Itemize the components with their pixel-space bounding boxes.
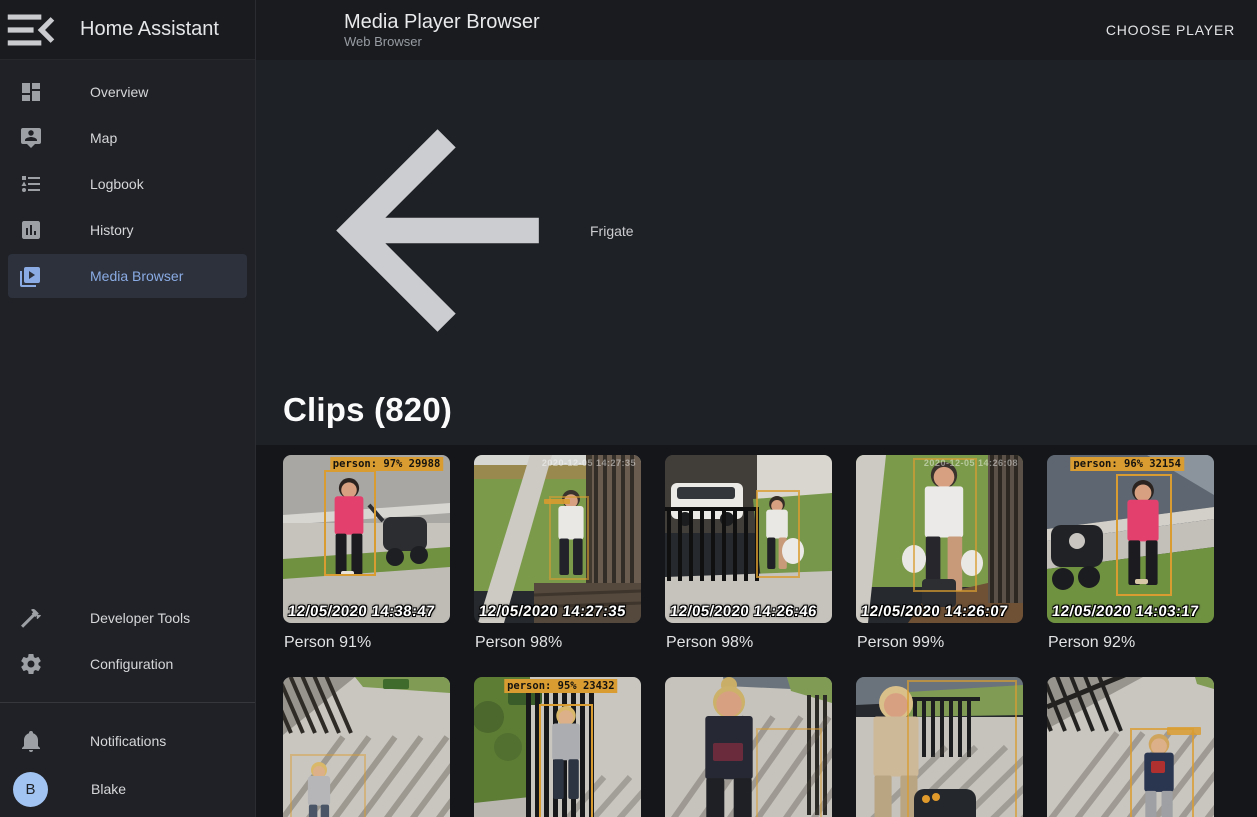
sidebar-item-label: Notifications [90, 733, 166, 749]
clip-scene [474, 677, 641, 817]
sidebar-item-label: Media Browser [90, 268, 183, 284]
camera-osd-timestamp: 2020-12-05 14:27:35 [542, 458, 636, 468]
menu-open-icon[interactable] [0, 0, 62, 60]
clip-thumbnail[interactable]: 12/05/2020 14:26:46 [665, 455, 832, 623]
clip-thumbnail[interactable]: 2020-12-05 14:27:35 12/05/2020 14:27:35 [474, 455, 641, 623]
detection-label: person: 96% 32154 [1070, 457, 1183, 471]
chart-box-icon [19, 218, 43, 242]
clip-thumbnail[interactable]: person: 95% 23432 12/05/2020 14:00:52 [474, 677, 641, 817]
clip-scene [1047, 455, 1214, 623]
sidebar-footer-nav: Developer Tools Configuration [0, 586, 255, 688]
clip-thumbnail[interactable]: 12/05/2020 13:58:30 [856, 677, 1023, 817]
main-area: Media Player Browser Web Browser CHOOSE … [256, 0, 1257, 817]
clip-scene [1047, 677, 1214, 817]
clip-timestamp: 12/05/2020 14:26:07 [860, 603, 1009, 620]
clip-card: person: 97% 29988 12/05/2020 14:38:47 Pe… [283, 455, 450, 677]
clip-title: Person 91% [284, 633, 450, 652]
profile-name: Blake [91, 781, 126, 797]
clip-card: 12/05/2020 14:01:14 Person 98% [283, 677, 450, 817]
page-title: Clips (820) [283, 391, 1257, 429]
sidebar-notifications: Notifications [0, 709, 255, 765]
clip-thumbnail[interactable]: 12/05/2020 13:59:49 [665, 677, 832, 817]
sidebar-item-label: Logbook [90, 176, 144, 192]
app-bar: Media Player Browser Web Browser CHOOSE … [256, 0, 1257, 60]
clip-card: 12/05/2020 13:58:30 Person 98% [856, 677, 1023, 817]
sidebar-item-label: Configuration [90, 656, 173, 672]
detection-label: person: 97% 29988 [330, 457, 443, 471]
sidebar-divider [0, 702, 255, 703]
clip-title: Person 98% [475, 633, 641, 652]
hammer-icon [19, 606, 43, 630]
clip-scene [474, 455, 641, 623]
sidebar-profile[interactable]: B Blake [0, 765, 255, 813]
clip-card: 12/05/2020 14:26:46 Person 98% [665, 455, 832, 677]
clip-title: Person 99% [857, 633, 1023, 652]
page-app-subtitle: Web Browser [344, 34, 540, 49]
clip-scene [283, 677, 450, 817]
page-app-title: Media Player Browser [344, 11, 540, 33]
clip-thumbnail[interactable]: 2020-12-05 14:26:08 12/05/2020 14:26:07 [856, 455, 1023, 623]
sidebar-item-overview[interactable]: Overview [8, 70, 247, 114]
sidebar-item-label: Developer Tools [90, 610, 190, 626]
view-dashboard-icon [19, 80, 43, 104]
app-title: Home Assistant [80, 18, 219, 41]
sidebar: Home Assistant Overview Map Logbook Hist… [0, 0, 256, 817]
camera-osd-timestamp: 2020-12-05 14:26:08 [924, 458, 1018, 468]
play-box-multiple-icon [19, 264, 43, 288]
choose-player-button[interactable]: CHOOSE PLAYER [1098, 14, 1243, 46]
clip-scene [665, 677, 832, 817]
sidebar-item-notifications[interactable]: Notifications [8, 719, 247, 763]
clip-card: person: 95% 23432 12/05/2020 14:00:52 Pe… [474, 677, 641, 817]
clip-thumbnail[interactable]: person: 97% 29988 12/05/2020 14:38:47 [283, 455, 450, 623]
sidebar-item-history[interactable]: History [8, 208, 247, 252]
content-header: Frigate Clips (820) [256, 60, 1257, 445]
cog-icon [19, 652, 43, 676]
sidebar-item-configuration[interactable]: Configuration [8, 642, 247, 686]
tooltip-account-icon [19, 126, 43, 150]
clip-card: 12/05/2020 13:58:17 Person 91% [1047, 677, 1214, 817]
app-bar-titles: Media Player Browser Web Browser [344, 11, 540, 49]
sidebar-item-media-browser[interactable]: Media Browser [8, 254, 247, 298]
clip-thumbnail[interactable]: 12/05/2020 14:01:14 [283, 677, 450, 817]
clip-card: 2020-12-05 14:27:35 12/05/2020 14:27:35 … [474, 455, 641, 677]
avatar: B [13, 772, 48, 807]
clip-title: Person 92% [1048, 633, 1214, 652]
sidebar-item-label: Overview [90, 84, 148, 100]
sidebar-item-map[interactable]: Map [8, 116, 247, 160]
clip-timestamp: 12/05/2020 14:38:47 [287, 603, 436, 620]
clip-thumbnail[interactable]: person: 96% 32154 12/05/2020 14:03:17 [1047, 455, 1214, 623]
clip-card: 2020-12-05 14:26:08 12/05/2020 14:26:07 … [856, 455, 1023, 677]
sidebar-item-developer-tools[interactable]: Developer Tools [8, 596, 247, 640]
clip-title: Person 98% [666, 633, 832, 652]
sidebar-item-label: History [90, 222, 134, 238]
format-list-bulleted-icon [19, 172, 43, 196]
clip-card: 12/05/2020 13:59:49 Person 98% [665, 677, 832, 817]
clip-timestamp: 12/05/2020 14:03:17 [1051, 603, 1200, 620]
clip-scene [856, 455, 1023, 623]
sidebar-spacer [0, 300, 255, 586]
clips-grid: person: 97% 29988 12/05/2020 14:38:47 Pe… [283, 455, 1241, 817]
sidebar-header: Home Assistant [0, 0, 255, 60]
clip-timestamp: 12/05/2020 14:27:35 [478, 603, 627, 620]
sidebar-nav: Overview Map Logbook History Media Brows… [0, 60, 255, 300]
arrow-left-icon [283, 77, 590, 384]
clip-scene [856, 677, 1023, 817]
sidebar-item-logbook[interactable]: Logbook [8, 162, 247, 206]
sidebar-item-label: Map [90, 130, 117, 146]
bell-icon [19, 729, 43, 753]
detection-label: person: 95% 23432 [504, 679, 617, 693]
clip-thumbnail[interactable]: 12/05/2020 13:58:17 [1047, 677, 1214, 817]
clip-scene [665, 455, 832, 623]
clip-card: person: 96% 32154 12/05/2020 14:03:17 Pe… [1047, 455, 1214, 677]
breadcrumb-label: Frigate [590, 223, 634, 239]
clip-timestamp: 12/05/2020 14:26:46 [669, 603, 818, 620]
clip-scene [283, 455, 450, 623]
breadcrumb[interactable]: Frigate [283, 77, 634, 384]
content-scroll[interactable]: person: 97% 29988 12/05/2020 14:38:47 Pe… [256, 445, 1257, 817]
